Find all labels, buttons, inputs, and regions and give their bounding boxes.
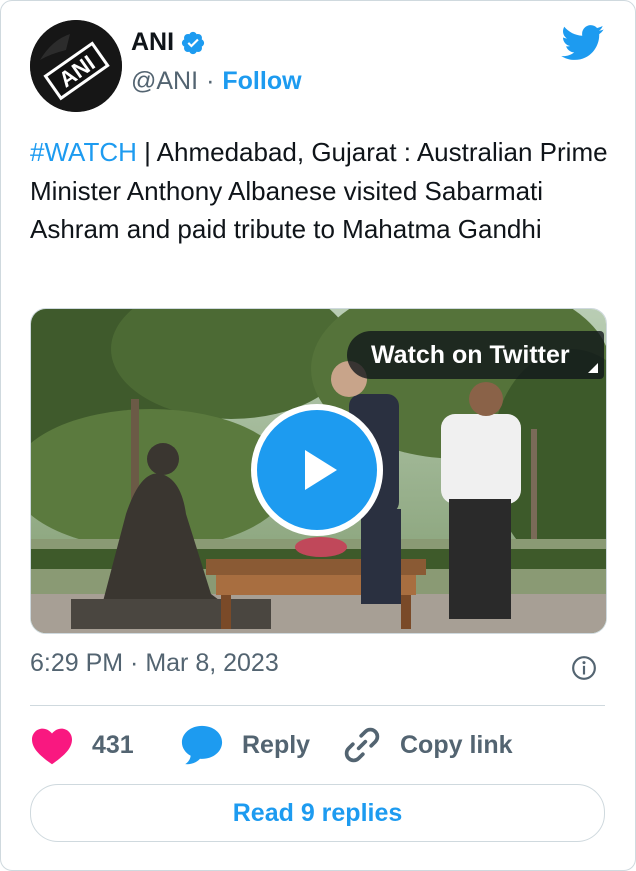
like-count: 431: [92, 730, 134, 759]
tweet-timestamp[interactable]: 6:29 PM · Mar 8, 2023: [30, 649, 279, 678]
copy-link-button[interactable]: Copy link: [342, 723, 513, 767]
avatar[interactable]: ANI: [30, 20, 122, 112]
external-corner-icon: [587, 363, 598, 373]
watch-on-twitter-label: Watch on Twitter: [371, 340, 570, 369]
tweet-text: #WATCH | Ahmedabad, Gujarat : Australian…: [30, 133, 610, 249]
link-icon: [344, 727, 380, 763]
follow-button[interactable]: Follow: [222, 67, 301, 96]
divider: [30, 705, 605, 706]
read-replies-label: Read 9 replies: [232, 798, 403, 827]
twitter-bird-icon[interactable]: [561, 25, 605, 61]
info-icon[interactable]: [571, 655, 597, 681]
hashtag-link[interactable]: #WATCH: [30, 137, 137, 167]
read-replies-button[interactable]: Read 9 replies: [30, 784, 605, 842]
reply-bubble-icon: [181, 725, 223, 765]
action-bar: 431 Reply Copy link: [30, 723, 605, 767]
separator-dot: ·: [206, 67, 215, 95]
reply-button[interactable]: Reply: [180, 723, 310, 767]
like-button[interactable]: 431: [30, 723, 134, 767]
play-icon: [305, 450, 337, 490]
watch-on-twitter-button[interactable]: Watch on Twitter: [347, 331, 604, 379]
reply-label: Reply: [242, 730, 311, 759]
video-thumbnail[interactable]: Watch on Twitter: [30, 308, 607, 634]
play-button[interactable]: [251, 404, 383, 536]
copy-link-label: Copy link: [400, 730, 513, 759]
author-handle[interactable]: @ANI: [131, 67, 198, 96]
tweet-card: ANI ANI @ANI · Follow #WATCH | Ahmedabad…: [0, 0, 636, 871]
author-name[interactable]: ANI: [131, 28, 174, 57]
verified-badge-icon: [181, 31, 205, 54]
heart-icon: [32, 728, 72, 765]
